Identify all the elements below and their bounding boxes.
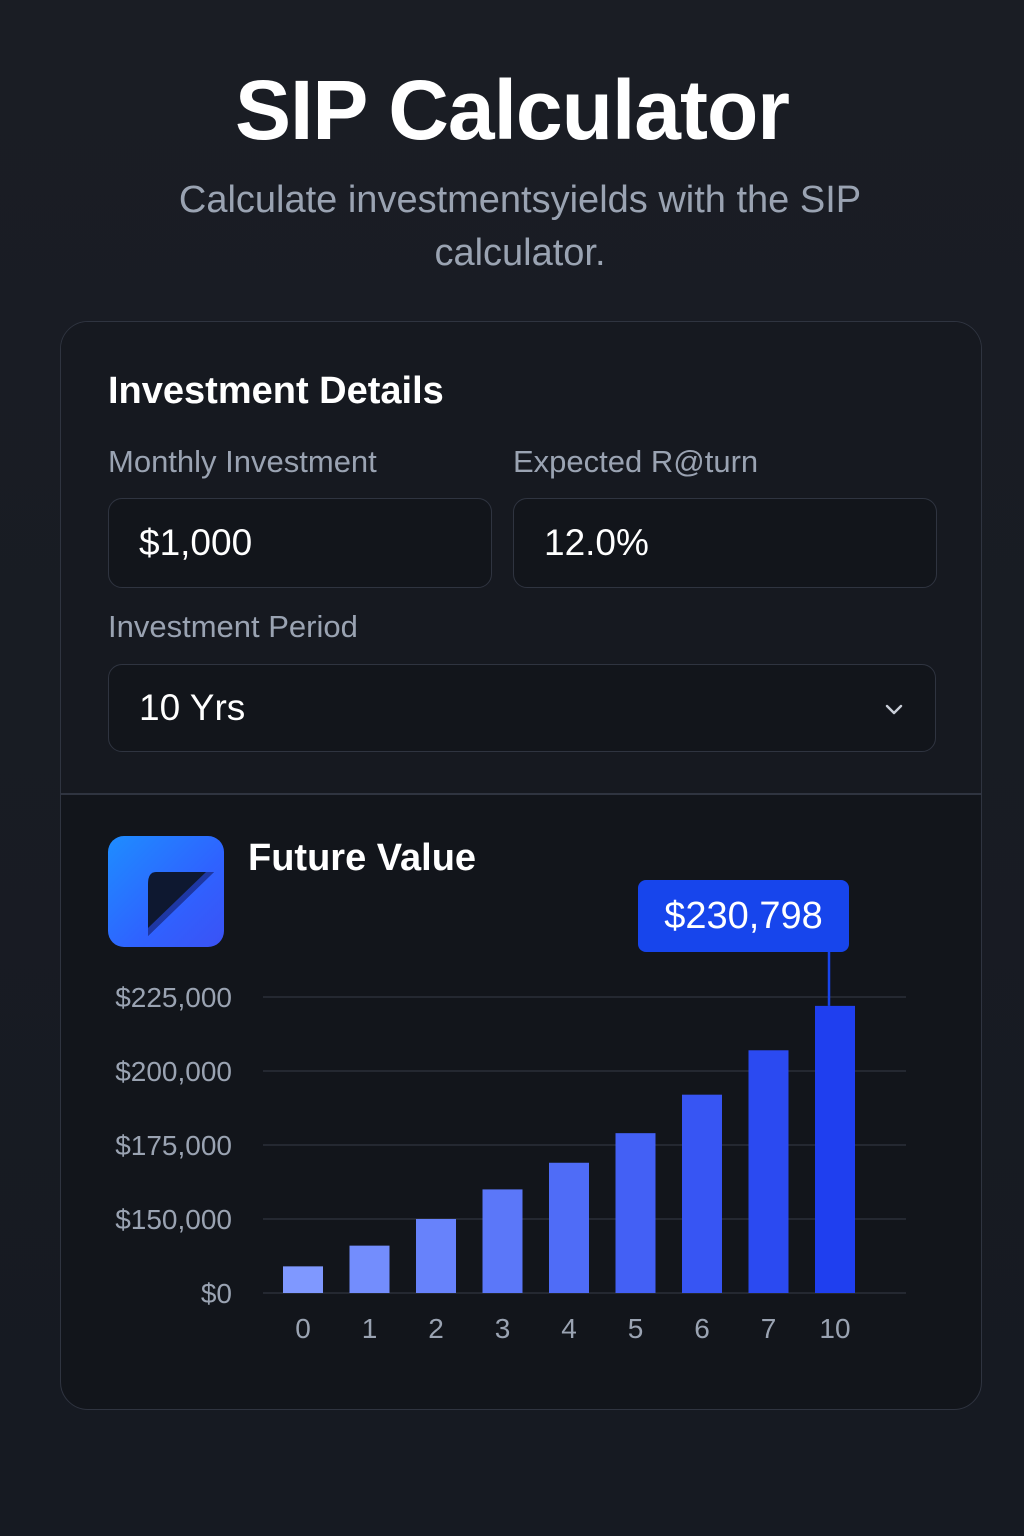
future-value-callout: $230,798 bbox=[638, 880, 849, 952]
x-tick-label-1: 1 bbox=[362, 1313, 378, 1344]
x-tick-label-2: 2 bbox=[428, 1313, 444, 1344]
x-tick-label-5: 5 bbox=[628, 1313, 644, 1344]
bar-7 bbox=[748, 1050, 789, 1293]
bar-10 bbox=[815, 1005, 855, 1293]
x-tick-label-7: 7 bbox=[761, 1313, 777, 1344]
page: SIP Calculator Calculate investmentsyiel… bbox=[0, 0, 1024, 1536]
page-title: SIP Calculator bbox=[235, 63, 790, 157]
bar-1 bbox=[349, 1245, 390, 1293]
bar-5 bbox=[615, 1133, 656, 1293]
x-tick-label-0: 0 bbox=[295, 1313, 311, 1344]
bar-6 bbox=[682, 1094, 722, 1293]
x-tick-label-3: 3 bbox=[495, 1313, 511, 1344]
y-tick-label-2: $175,000 bbox=[115, 1130, 232, 1161]
bar-3 bbox=[482, 1189, 523, 1293]
future-value-chart: $225,000 $200,000 $175,000 $150,000 $0 0 1 2 3 4 5… bbox=[115, 952, 906, 1344]
x-tick-label-10: 10 bbox=[819, 1313, 850, 1344]
y-tick-label-4: $0 bbox=[201, 1278, 232, 1309]
y-tick-label-3: $150,000 bbox=[115, 1204, 232, 1235]
y-tick-label-1: $200,000 bbox=[115, 1056, 232, 1087]
bar-4 bbox=[549, 1162, 589, 1293]
page-subtitle: Calculate investmentsyields with the SIP… bbox=[178, 179, 862, 274]
bar-2 bbox=[416, 1219, 456, 1293]
x-tick-label-4: 4 bbox=[561, 1313, 577, 1344]
y-tick-label-0: $225,000 bbox=[115, 982, 232, 1013]
calculator-card: Investment Details Monthly Investment Ex… bbox=[60, 321, 982, 1410]
future-value-amount: $230,798 bbox=[664, 894, 823, 937]
x-tick-label-6: 6 bbox=[694, 1313, 710, 1344]
bar-0 bbox=[283, 1266, 323, 1293]
